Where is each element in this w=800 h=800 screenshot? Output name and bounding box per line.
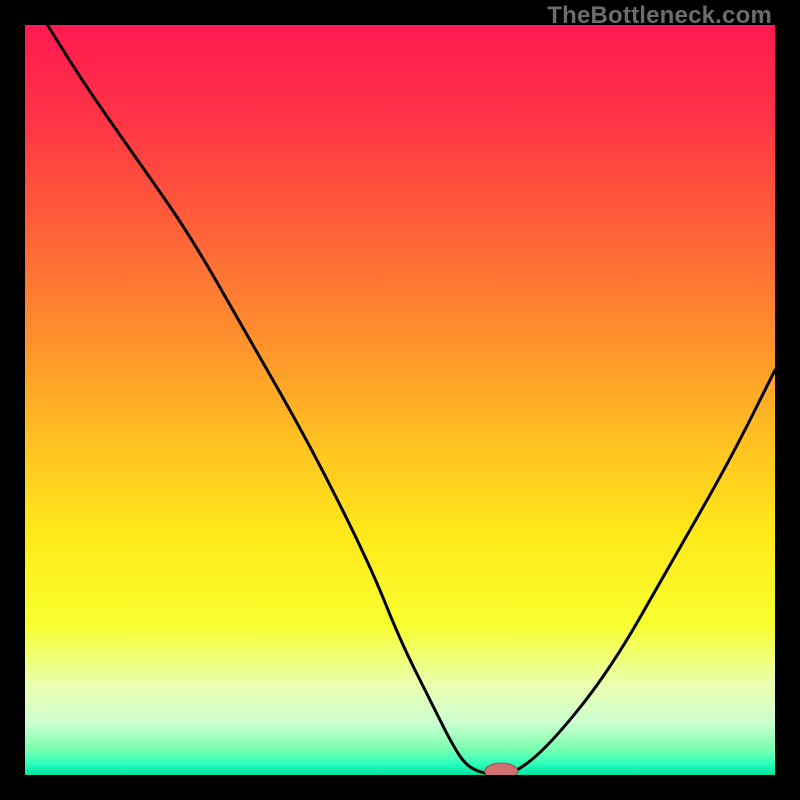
- chart-frame: TheBottleneck.com: [0, 0, 800, 800]
- bottleneck-chart: [25, 25, 775, 775]
- watermark-text: TheBottleneck.com: [547, 2, 772, 30]
- plot-area: [25, 25, 775, 775]
- gradient-background: [25, 25, 775, 775]
